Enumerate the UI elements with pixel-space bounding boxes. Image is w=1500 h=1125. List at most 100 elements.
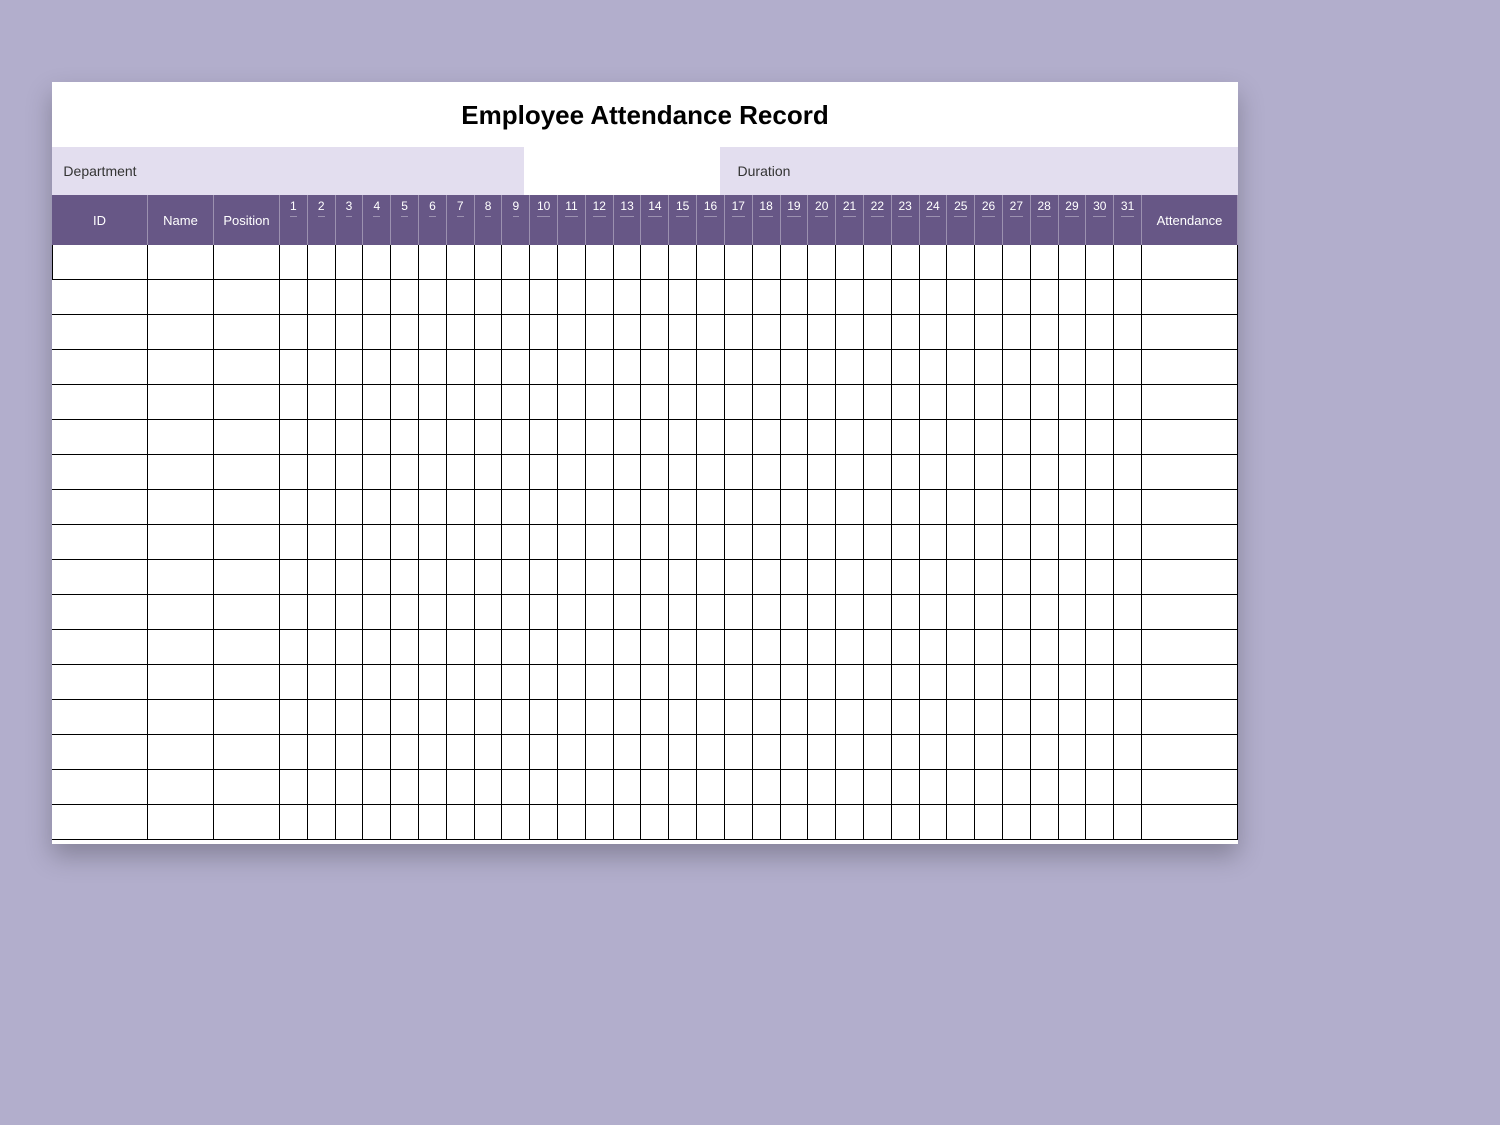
cell-day[interactable] — [641, 490, 669, 525]
cell-day[interactable] — [697, 490, 725, 525]
cell-day[interactable] — [475, 560, 503, 595]
cell-day[interactable] — [725, 805, 753, 840]
cell-day[interactable] — [892, 630, 920, 665]
cell-attendance[interactable] — [1142, 280, 1238, 315]
cell-name[interactable] — [148, 315, 214, 350]
cell-day[interactable] — [308, 630, 336, 665]
cell-day[interactable] — [586, 665, 614, 700]
cell-day[interactable] — [280, 665, 308, 700]
cell-day[interactable] — [753, 735, 781, 770]
cell-day[interactable] — [641, 805, 669, 840]
cell-day[interactable] — [753, 595, 781, 630]
cell-day[interactable] — [753, 315, 781, 350]
cell-day[interactable] — [781, 245, 809, 280]
cell-day[interactable] — [1003, 770, 1031, 805]
cell-day[interactable] — [920, 525, 948, 560]
cell-day[interactable] — [308, 455, 336, 490]
cell-day[interactable] — [975, 700, 1003, 735]
cell-day[interactable] — [530, 420, 558, 455]
cell-day[interactable] — [558, 595, 586, 630]
cell-day[interactable] — [1059, 525, 1087, 560]
cell-day[interactable] — [892, 560, 920, 595]
cell-day[interactable] — [697, 700, 725, 735]
cell-day[interactable] — [614, 630, 642, 665]
cell-day[interactable] — [781, 385, 809, 420]
cell-name[interactable] — [148, 805, 214, 840]
cell-position[interactable] — [214, 665, 280, 700]
cell-day[interactable] — [1059, 630, 1087, 665]
cell-name[interactable] — [148, 630, 214, 665]
cell-day[interactable] — [864, 735, 892, 770]
cell-day[interactable] — [1114, 805, 1142, 840]
cell-day[interactable] — [836, 805, 864, 840]
cell-day[interactable] — [1031, 770, 1059, 805]
cell-day[interactable] — [697, 595, 725, 630]
cell-day[interactable] — [669, 770, 697, 805]
cell-id[interactable] — [52, 420, 148, 455]
cell-day[interactable] — [892, 490, 920, 525]
cell-day[interactable] — [586, 630, 614, 665]
cell-day[interactable] — [781, 490, 809, 525]
cell-day[interactable] — [419, 350, 447, 385]
cell-day[interactable] — [530, 455, 558, 490]
cell-day[interactable] — [419, 560, 447, 595]
cell-day[interactable] — [336, 280, 364, 315]
cell-day[interactable] — [280, 525, 308, 560]
cell-day[interactable] — [586, 315, 614, 350]
cell-day[interactable] — [836, 385, 864, 420]
cell-day[interactable] — [1086, 560, 1114, 595]
cell-day[interactable] — [641, 420, 669, 455]
cell-day[interactable] — [419, 630, 447, 665]
cell-id[interactable] — [52, 560, 148, 595]
cell-day[interactable] — [614, 735, 642, 770]
cell-day[interactable] — [920, 665, 948, 700]
cell-day[interactable] — [641, 560, 669, 595]
cell-day[interactable] — [336, 420, 364, 455]
cell-day[interactable] — [336, 385, 364, 420]
cell-day[interactable] — [391, 560, 419, 595]
cell-day[interactable] — [781, 665, 809, 700]
cell-day[interactable] — [1114, 595, 1142, 630]
cell-position[interactable] — [214, 735, 280, 770]
cell-day[interactable] — [530, 560, 558, 595]
cell-day[interactable] — [419, 420, 447, 455]
cell-day[interactable] — [391, 490, 419, 525]
cell-day[interactable] — [280, 280, 308, 315]
cell-attendance[interactable] — [1142, 560, 1238, 595]
cell-day[interactable] — [586, 455, 614, 490]
cell-day[interactable] — [947, 735, 975, 770]
cell-day[interactable] — [1086, 665, 1114, 700]
cell-day[interactable] — [502, 525, 530, 560]
cell-day[interactable] — [614, 385, 642, 420]
cell-day[interactable] — [808, 420, 836, 455]
cell-day[interactable] — [363, 700, 391, 735]
cell-day[interactable] — [808, 630, 836, 665]
cell-day[interactable] — [336, 630, 364, 665]
cell-day[interactable] — [363, 385, 391, 420]
cell-day[interactable] — [975, 735, 1003, 770]
cell-day[interactable] — [836, 455, 864, 490]
cell-day[interactable] — [1086, 735, 1114, 770]
cell-id[interactable] — [52, 455, 148, 490]
cell-day[interactable] — [530, 630, 558, 665]
cell-position[interactable] — [214, 490, 280, 525]
cell-day[interactable] — [1031, 280, 1059, 315]
cell-day[interactable] — [308, 280, 336, 315]
cell-day[interactable] — [391, 595, 419, 630]
cell-day[interactable] — [864, 560, 892, 595]
cell-day[interactable] — [753, 560, 781, 595]
cell-day[interactable] — [669, 385, 697, 420]
cell-day[interactable] — [363, 280, 391, 315]
cell-day[interactable] — [864, 665, 892, 700]
cell-id[interactable] — [52, 735, 148, 770]
cell-day[interactable] — [697, 805, 725, 840]
cell-day[interactable] — [447, 350, 475, 385]
cell-day[interactable] — [336, 805, 364, 840]
cell-day[interactable] — [892, 245, 920, 280]
cell-day[interactable] — [336, 525, 364, 560]
cell-day[interactable] — [669, 350, 697, 385]
cell-day[interactable] — [725, 490, 753, 525]
cell-day[interactable] — [920, 700, 948, 735]
cell-day[interactable] — [391, 385, 419, 420]
cell-day[interactable] — [1059, 770, 1087, 805]
